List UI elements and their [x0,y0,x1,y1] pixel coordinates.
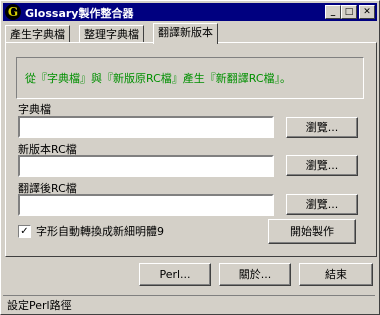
status-bar: 設定Perl路徑 [3,295,375,312]
tab-organize-dictionary[interactable]: 整理字典檔 [79,25,144,43]
tab-label: 產生字典檔 [10,28,65,41]
info-text: 從『字典檔』與『新版原RC檔』產生『新翻譯RC檔』。 [25,72,292,85]
tab-strip: 產生字典檔 整理字典檔 翻譯新版本 [5,23,375,44]
new-rc-path-field[interactable] [18,155,274,177]
tab-label: 整理字典檔 [84,28,139,41]
font-convert-label[interactable]: 字形自動轉換成新細明體9 [36,223,164,239]
font-convert-checkbox[interactable]: ✓ [18,225,31,238]
new-rc-browse-button[interactable]: 瀏覽... [286,155,358,176]
title-bar[interactable]: G Glossary製作整合器 _ □ ✕ [3,3,377,21]
tab-label: 翻譯新版本 [158,26,213,39]
tab-translate-new-version[interactable]: 翻譯新版本 [153,23,218,44]
minimize-button[interactable]: _ [325,5,341,19]
app-window: G Glossary製作整合器 _ □ ✕ 產生字典檔 整理字典檔 翻譯新版本 … [0,0,380,315]
tab-generate-dictionary[interactable]: 產生字典檔 [5,25,70,43]
about-button[interactable]: 關於... [219,263,291,286]
close-button[interactable]: ✕ [359,5,375,19]
exit-button[interactable]: 結束 [299,263,373,286]
dictionary-label: 字典檔 [18,103,51,116]
dictionary-path-field[interactable] [18,116,274,138]
info-box: 從『字典檔』與『新版原RC檔』產生『新翻譯RC檔』。 [16,57,364,99]
status-text: 設定Perl路徑 [7,299,72,312]
maximize-button[interactable]: □ [341,5,357,19]
window-title: Glossary製作整合器 [25,7,134,20]
perl-button[interactable]: Perl... [139,263,211,286]
start-button[interactable]: 開始製作 [268,219,356,244]
translated-rc-path-field[interactable] [18,194,274,216]
app-icon: G [5,4,21,20]
tab-panel: 從『字典檔』與『新版原RC檔』產生『新翻譯RC檔』。 字典檔 瀏覽... 新版本… [5,42,377,257]
translated-rc-browse-button[interactable]: 瀏覽... [286,194,358,215]
dictionary-browse-button[interactable]: 瀏覽... [286,117,358,138]
